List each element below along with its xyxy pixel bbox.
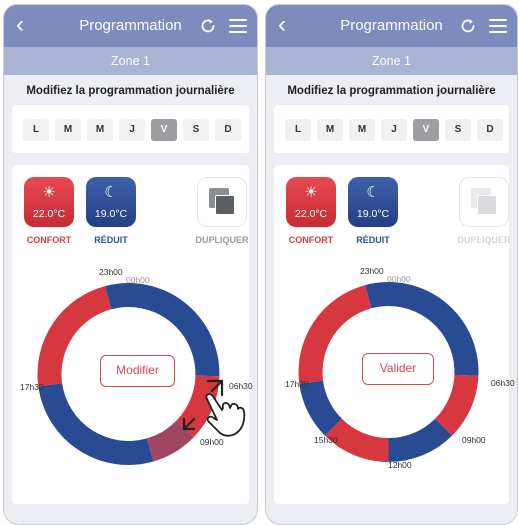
schedule-instructions: Modifiez la programmation journalière [287, 85, 496, 97]
app-header: ‹ Programmation [266, 5, 517, 47]
day-button-sunday[interactable]: D [477, 119, 503, 141]
modifier-button[interactable]: Modifier [100, 355, 175, 387]
time-label-0630: 06h30 [491, 378, 515, 388]
day-button-tuesday[interactable]: M [55, 119, 81, 141]
day-button-saturday[interactable]: S [445, 119, 471, 141]
time-label-1730: 17h30 [20, 382, 44, 392]
ring-segment-reduit-day [38, 383, 154, 465]
day-button-friday[interactable]: V [413, 119, 439, 141]
day-button-wednesday[interactable]: M [349, 119, 375, 141]
time-label-2300: 23h00 [360, 266, 384, 276]
day-button-wednesday[interactable]: M [87, 119, 113, 141]
right-phone-screen: ‹ Programmation Zone 1 Modifiez la progr… [265, 4, 518, 525]
refresh-icon[interactable] [199, 17, 217, 35]
day-button-thursday[interactable]: J [381, 119, 407, 141]
day-button-saturday[interactable]: S [183, 119, 209, 141]
day-button-sunday[interactable]: D [215, 119, 241, 141]
hand-gesture-icon [205, 393, 246, 437]
day-selector-card: L M M J V S D [12, 105, 249, 153]
zone-selector[interactable]: Zone 1 [266, 47, 517, 75]
day-button-monday[interactable]: L [23, 119, 49, 141]
left-phone-screen: ‹ Programmation Zone 1 Modifiez la progr… [3, 4, 258, 525]
time-label-2300: 23h00 [99, 267, 123, 277]
schedule-ring[interactable] [274, 165, 510, 505]
refresh-icon[interactable] [459, 17, 477, 35]
valider-button[interactable]: Valider [362, 353, 434, 385]
time-label-0900: 09h00 [462, 435, 486, 445]
page-title: Programmation [340, 17, 443, 34]
schedule-ring[interactable] [12, 165, 250, 505]
day-button-thursday[interactable]: J [119, 119, 145, 141]
hamburger-menu-icon[interactable] [489, 19, 507, 33]
time-label-0000: 00h00 [387, 274, 411, 284]
app-header: ‹ Programmation [4, 5, 257, 47]
time-label-0000: 00h00 [126, 275, 150, 285]
hamburger-menu-icon[interactable] [229, 19, 247, 33]
time-label-1200: 12h00 [388, 460, 412, 470]
ring-segment-confort-evening [298, 285, 372, 384]
day-button-friday[interactable]: V [151, 119, 177, 141]
page-title: Programmation [79, 17, 182, 34]
schedule-card: ☀ 22.0°C ☾ 19.0°C CONFORT RÉDUIT DUPLIQU… [274, 165, 515, 505]
time-label-1730: 17h30 [285, 379, 309, 389]
day-button-tuesday[interactable]: M [317, 119, 343, 141]
schedule-card: ☀ 22.0°C ☾ 19.0°C CONFORT RÉDUIT DUPLIQU… [12, 165, 253, 505]
day-button-monday[interactable]: L [285, 119, 311, 141]
schedule-instructions: Modifiez la programmation journalière [26, 85, 235, 97]
zone-selector[interactable]: Zone 1 [4, 47, 257, 75]
day-selector-card: L M M J V S D [274, 105, 509, 153]
time-label-1530: 15h30 [314, 435, 338, 445]
